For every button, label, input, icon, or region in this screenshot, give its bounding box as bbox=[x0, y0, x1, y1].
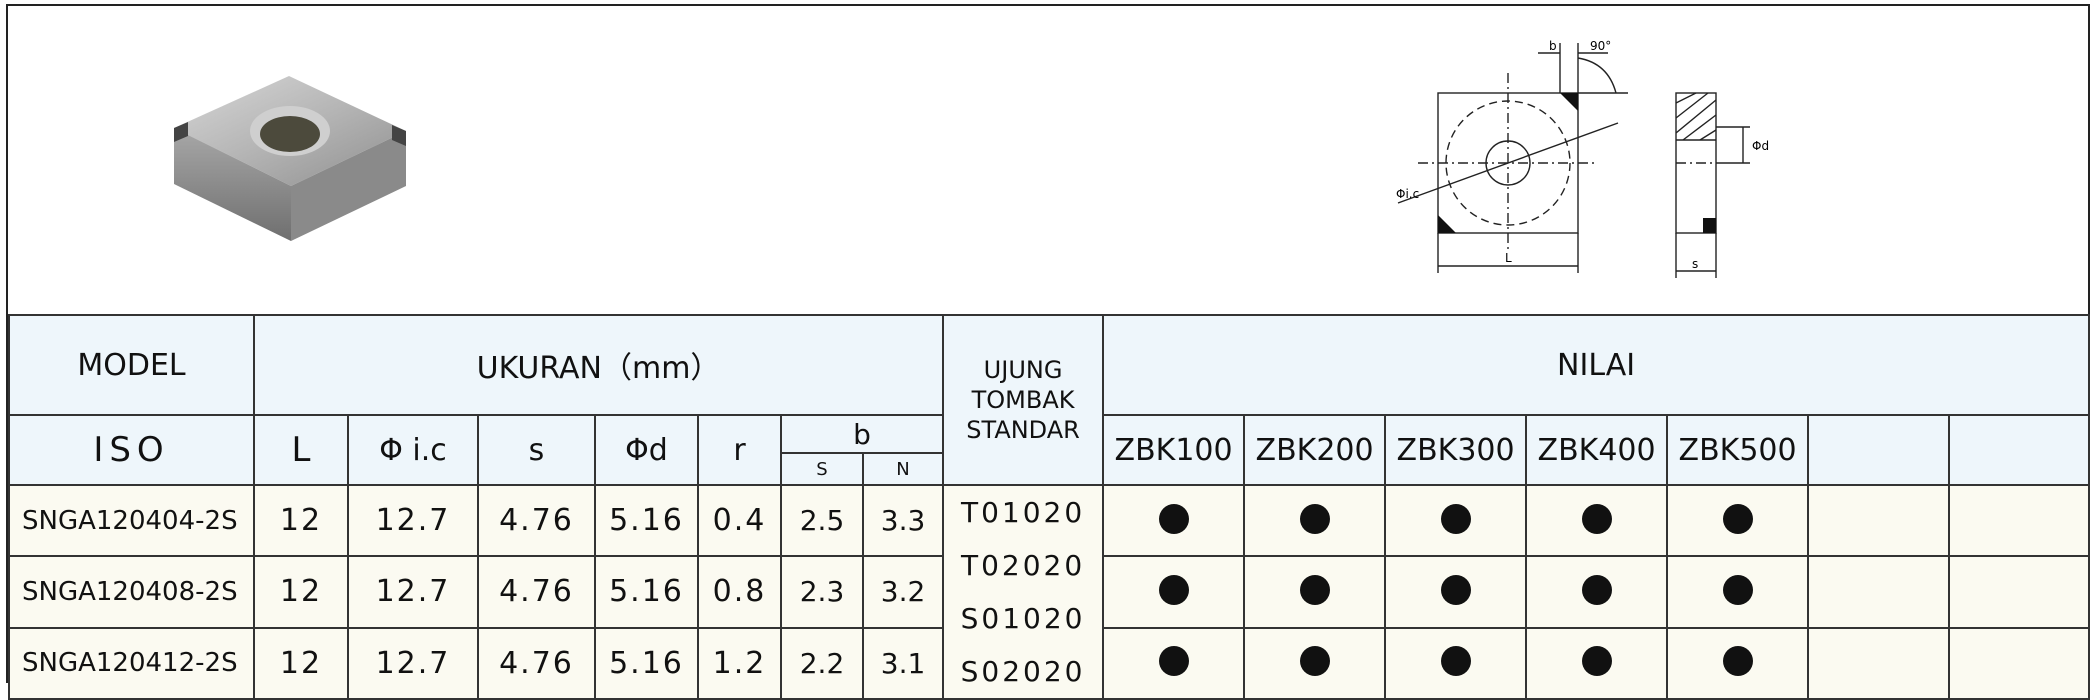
b-dimension-label: b bbox=[1549, 39, 1557, 53]
r-cell: 0.4 bbox=[697, 483, 782, 558]
bS-cell: 2.2 bbox=[780, 626, 864, 700]
availability-dot bbox=[1581, 646, 1612, 677]
grade-cell bbox=[1666, 555, 1810, 629]
r-cell: 1.2 bbox=[697, 626, 782, 700]
ic-cell: 12.7 bbox=[347, 483, 479, 558]
grade-header-4: ZBK400 bbox=[1525, 414, 1669, 486]
availability-dot bbox=[1440, 574, 1471, 605]
availability-dot bbox=[1158, 503, 1189, 534]
grade-cell bbox=[1525, 626, 1669, 700]
grade-cell bbox=[1948, 626, 2091, 700]
standard-tip-header: UJUNG TOMBAK STANDAR bbox=[942, 314, 1105, 486]
grade-cell bbox=[1948, 555, 2091, 629]
model-cell: SNGA120404-2S bbox=[8, 483, 255, 558]
availability-dot bbox=[1722, 574, 1753, 605]
availability-dot bbox=[1299, 646, 1330, 677]
tip-item: T01020 bbox=[960, 496, 1086, 529]
grade-cell bbox=[1807, 483, 1951, 558]
s-cell: 4.76 bbox=[477, 555, 596, 629]
bS-cell: 2.3 bbox=[780, 555, 864, 629]
bN-cell: 3.3 bbox=[861, 483, 945, 558]
grade-cell bbox=[1384, 626, 1528, 700]
s-cell: 4.76 bbox=[477, 483, 596, 558]
ic-cell: 12.7 bbox=[347, 555, 479, 629]
model-header: MODEL bbox=[8, 314, 255, 416]
grade-cell bbox=[1102, 555, 1246, 629]
grade-cell bbox=[1243, 626, 1387, 700]
grade-cell bbox=[1384, 555, 1528, 629]
spec-table: MODEL UKURAN（mm） UJUNG TOMBAK STANDAR NI… bbox=[8, 314, 2091, 700]
L-cell: 12 bbox=[253, 626, 349, 700]
s-cell: 4.76 bbox=[477, 626, 596, 700]
grade-cell bbox=[1102, 483, 1246, 558]
model-cell: SNGA120412-2S bbox=[8, 626, 255, 700]
availability-dot bbox=[1581, 503, 1612, 534]
grade-header-7 bbox=[1948, 414, 2091, 486]
b-S-header: S bbox=[780, 452, 864, 486]
grade-cell bbox=[1666, 626, 1810, 700]
grade-cell bbox=[1525, 483, 1669, 558]
d-cell: 5.16 bbox=[594, 555, 699, 629]
ic-cell: 12.7 bbox=[347, 626, 479, 700]
grade-cell bbox=[1243, 483, 1387, 558]
grade-header-6 bbox=[1807, 414, 1951, 486]
insert-photo bbox=[174, 76, 406, 241]
grade-cell bbox=[1102, 626, 1246, 700]
L-cell: 12 bbox=[253, 555, 349, 629]
bS-cell: 2.5 bbox=[780, 483, 864, 558]
L-header: L bbox=[253, 414, 349, 486]
tip-item: S02020 bbox=[960, 655, 1086, 688]
model-cell: SNGA120408-2S bbox=[8, 555, 255, 629]
illustration-area: b 90° Φi.c L Φd s bbox=[8, 6, 2088, 314]
availability-dot bbox=[1158, 574, 1189, 605]
bN-cell: 3.2 bbox=[861, 555, 945, 629]
availability-dot bbox=[1581, 574, 1612, 605]
availability-dot bbox=[1299, 503, 1330, 534]
L-label: L bbox=[1505, 251, 1512, 265]
grade-cell bbox=[1807, 626, 1951, 700]
availability-dot bbox=[1440, 503, 1471, 534]
grade-header-2: ZBK200 bbox=[1243, 414, 1387, 486]
L-cell: 12 bbox=[253, 483, 349, 558]
availability-dot bbox=[1722, 503, 1753, 534]
grade-header-1: ZBK100 bbox=[1102, 414, 1246, 486]
grade-cell bbox=[1807, 555, 1951, 629]
b-header: b bbox=[779, 414, 945, 454]
b-N-header: N bbox=[861, 452, 945, 486]
d-label: Φd bbox=[1752, 139, 1769, 153]
d-cell: 5.16 bbox=[594, 626, 699, 700]
grade-cell bbox=[1384, 483, 1528, 558]
r-cell: 0.8 bbox=[697, 555, 782, 629]
table-row: SNGA120404-2S 12 12.7 4.76 5.16 0.4 2.5 … bbox=[8, 483, 2091, 700]
grade-header-5: ZBK500 bbox=[1666, 414, 1810, 486]
grade-cell bbox=[1666, 483, 1810, 558]
tip-item: S01020 bbox=[960, 602, 1086, 635]
grade-header-3: ZBK300 bbox=[1384, 414, 1528, 486]
tip-item: T02020 bbox=[960, 549, 1086, 582]
ic-label: Φi.c bbox=[1396, 187, 1419, 201]
product-spec-sheet: b 90° Φi.c L Φd s MODEL UKURAN（mm） UJUNG… bbox=[6, 4, 2091, 700]
grade-cell bbox=[1948, 483, 2091, 558]
d-cell: 5.16 bbox=[594, 483, 699, 558]
availability-dot bbox=[1299, 574, 1330, 605]
s-label: s bbox=[1692, 257, 1698, 271]
d-header: Φd bbox=[594, 414, 699, 486]
standard-tips-cell: T01020 T02020 S01020 S02020 bbox=[942, 484, 1105, 700]
iso-header: ISO bbox=[8, 414, 255, 486]
s-header: s bbox=[477, 414, 596, 486]
angle-label: 90° bbox=[1590, 39, 1611, 53]
grade-cell bbox=[1243, 555, 1387, 629]
r-header: r bbox=[697, 414, 782, 486]
availability-dot bbox=[1722, 646, 1753, 677]
value-header: NILAI bbox=[1102, 314, 2091, 416]
availability-dot bbox=[1440, 646, 1471, 677]
bN-cell: 3.1 bbox=[861, 626, 945, 700]
size-header: UKURAN（mm） bbox=[252, 314, 945, 416]
ic-header: Φ i.c bbox=[347, 414, 479, 486]
availability-dot bbox=[1158, 646, 1189, 677]
grade-cell bbox=[1525, 555, 1669, 629]
technical-drawing: b 90° Φi.c L Φd s bbox=[1396, 39, 1769, 278]
